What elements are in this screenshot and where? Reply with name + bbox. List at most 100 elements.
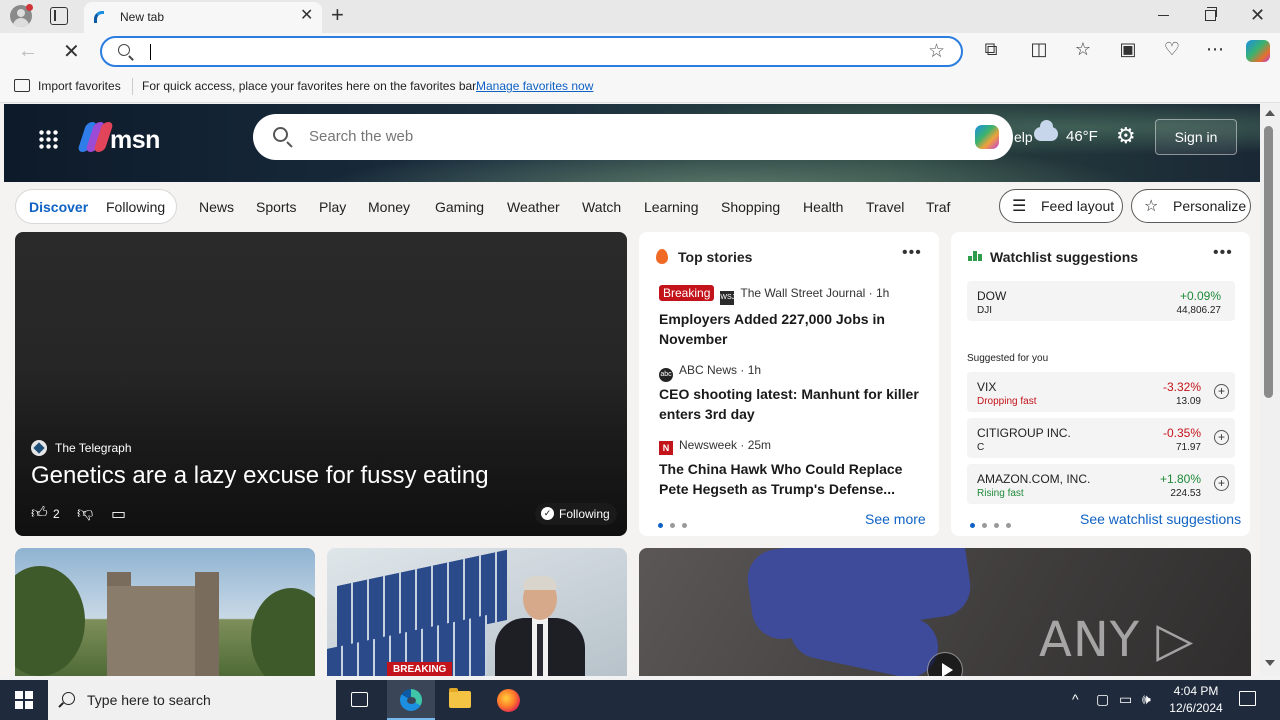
nav-item-play[interactable]: Play	[319, 199, 346, 215]
castle-tower	[195, 572, 219, 676]
nav-item-health[interactable]: Health	[803, 199, 843, 215]
nav-item-watch[interactable]: Watch	[582, 199, 621, 215]
nav-item-shopping[interactable]: Shopping	[721, 199, 780, 215]
firefox-icon[interactable]	[497, 689, 520, 712]
top-story-item[interactable]: Breaking WSJ The Wall Street Journal · 1h …	[659, 285, 929, 349]
castle-story-card[interactable]	[15, 548, 315, 676]
watchlist-index-row[interactable]: DOW DJI +0.09% 44,806.27	[967, 281, 1235, 321]
cloud-weather-icon[interactable]	[1034, 120, 1058, 141]
scroll-down-arrow-icon[interactable]	[1265, 660, 1275, 666]
minimize-button[interactable]	[1158, 15, 1169, 17]
tab-following[interactable]: Following	[106, 199, 165, 215]
watchlist-suggestion-row[interactable]: VIX Dropping fast -3.32% 13.09 +	[967, 372, 1235, 412]
copilot-search-icon[interactable]	[975, 125, 999, 149]
device-icon[interactable]: ▢	[1096, 691, 1109, 708]
new-tab-button[interactable]: +	[331, 3, 344, 27]
more-options-icon[interactable]: •••	[1213, 244, 1233, 262]
windows-start-icon[interactable]	[15, 691, 33, 709]
clock-time[interactable]: 4:04 PM	[1172, 684, 1220, 698]
story-source[interactable]: The Telegraph	[55, 441, 132, 455]
personalize-button[interactable]: ☆ Personalize	[1131, 189, 1251, 223]
nav-item-money[interactable]: Money	[368, 199, 410, 215]
taskbar-edge-button[interactable]	[387, 680, 435, 720]
back-button[interactable]: ←	[18, 40, 38, 63]
collections-icon[interactable]: ▣	[1116, 39, 1140, 60]
scrollbar-thumb[interactable]	[1264, 126, 1273, 398]
close-window-button[interactable]: ✕	[1250, 5, 1265, 26]
following-button[interactable]: ✓ Following	[535, 503, 617, 525]
add-to-watchlist-icon[interactable]: +	[1214, 430, 1229, 445]
clock-date[interactable]: 12/6/2024	[1168, 701, 1224, 715]
feed-layout-button[interactable]: ☰ Feed layout	[999, 189, 1123, 223]
chevron-up-icon[interactable]: ^	[1072, 691, 1079, 707]
manage-favorites-link[interactable]: Manage favorites now	[476, 79, 593, 93]
story-title[interactable]: The China Hawk Who Could Replace Pete He…	[659, 459, 929, 499]
nav-item-learning[interactable]: Learning	[644, 199, 699, 215]
see-watchlist-suggestions-link[interactable]: See watchlist suggestions	[1080, 511, 1241, 527]
stop-loading-button[interactable]: ✕	[63, 39, 80, 64]
import-favorites-button[interactable]: Import favorites	[38, 79, 121, 93]
nav-item-sports[interactable]: Sports	[256, 199, 296, 215]
extensions-icon[interactable]: ⧉	[979, 39, 1003, 60]
main-story-card[interactable]: The Telegraph Genetics are a lazy excuse…	[15, 232, 627, 536]
story-title[interactable]: CEO shooting latest: Manhunt for killer …	[659, 384, 929, 424]
import-favorites-icon[interactable]	[14, 79, 30, 92]
story-headline[interactable]: Genetics are a lazy excuse for fussy eat…	[31, 462, 489, 490]
volume-icon[interactable]: 🕪︎	[1142, 691, 1151, 708]
comment-icon[interactable]: ▭	[111, 504, 126, 524]
add-to-watchlist-icon[interactable]: +	[1214, 384, 1229, 399]
tab-actions-icon[interactable]	[50, 7, 68, 25]
see-more-link[interactable]: See more	[865, 511, 926, 527]
nav-item-news[interactable]: News	[199, 199, 234, 215]
sign-in-button[interactable]: Sign in	[1155, 119, 1237, 155]
nav-item-travel[interactable]: Travel	[866, 199, 904, 215]
tab-new-tab[interactable]: New tab ✕	[84, 2, 322, 33]
network-icon[interactable]: ▭	[1119, 691, 1132, 708]
settings-more-icon[interactable]: ⋯	[1203, 39, 1227, 60]
task-view-icon[interactable]	[351, 692, 368, 707]
scroll-up-arrow-icon[interactable]	[1265, 110, 1275, 116]
solar-story-card[interactable]: BREAKING	[327, 548, 627, 676]
add-favorite-star-icon[interactable]: ☆	[928, 40, 945, 63]
more-options-icon[interactable]: •••	[902, 244, 922, 262]
tab-close-icon[interactable]: ✕	[300, 8, 313, 24]
thumbs-up-icon[interactable]: 👍︎	[31, 504, 48, 523]
favorites-icon[interactable]: ☆	[1071, 39, 1095, 60]
page-scrollbar[interactable]	[1260, 104, 1280, 676]
msn-page: msn Search the web elp 46°F ⚙ Sign in Di…	[0, 104, 1260, 676]
web-search-box[interactable]: Search the web	[253, 114, 1013, 160]
taskbar-search-box[interactable]: Type here to search	[48, 680, 336, 720]
stock-status: Rising fast	[977, 488, 1024, 499]
top-stories-heading[interactable]: Top stories	[678, 249, 752, 265]
watchlist-heading[interactable]: Watchlist suggestions	[990, 249, 1138, 265]
copilot-icon[interactable]	[1246, 40, 1270, 62]
tab-discover[interactable]: Discover	[29, 199, 88, 215]
address-bar[interactable]: ☆	[100, 36, 963, 67]
temperature[interactable]: 46°F	[1066, 128, 1098, 145]
watchlist-suggestion-row[interactable]: AMAZON.COM, INC. Rising fast +1.80% 224.…	[967, 464, 1235, 504]
address-input[interactable]	[150, 42, 910, 62]
video-story-card[interactable]: ANY ▷ RUN	[639, 548, 1251, 676]
nav-item-traffic[interactable]: Traf	[926, 199, 950, 215]
app-launcher-icon[interactable]	[38, 129, 58, 149]
carousel-pager[interactable]	[970, 516, 1018, 531]
notification-icon[interactable]	[1239, 691, 1256, 706]
add-to-watchlist-icon[interactable]: +	[1214, 476, 1229, 491]
msn-logo-text[interactable]: msn	[110, 126, 160, 155]
thumbs-down-icon[interactable]: 👎︎	[77, 504, 93, 523]
gear-icon[interactable]: ⚙	[1116, 125, 1136, 147]
file-explorer-icon[interactable]	[449, 688, 471, 708]
top-story-item[interactable]: abc ABC News · 1h CEO shooting latest: Ma…	[659, 363, 929, 424]
story-title[interactable]: Employers Added 227,000 Jobs in November	[659, 309, 929, 349]
nav-item-gaming[interactable]: Gaming	[435, 199, 484, 215]
top-story-item[interactable]: N Newsweek · 25m The China Hawk Who Could…	[659, 438, 929, 499]
restore-button[interactable]	[1205, 7, 1217, 21]
play-icon[interactable]	[927, 652, 963, 676]
nav-item-weather[interactable]: Weather	[507, 199, 560, 215]
msn-logo-icon[interactable]	[77, 122, 114, 152]
split-screen-icon[interactable]: ◫	[1027, 39, 1051, 60]
browser-essentials-icon[interactable]: ♡	[1160, 39, 1184, 60]
carousel-pager[interactable]	[658, 516, 694, 531]
help-label[interactable]: elp	[1014, 129, 1033, 145]
watchlist-suggestion-row[interactable]: CITIGROUP INC. C -0.35% 71.97 +	[967, 418, 1235, 458]
